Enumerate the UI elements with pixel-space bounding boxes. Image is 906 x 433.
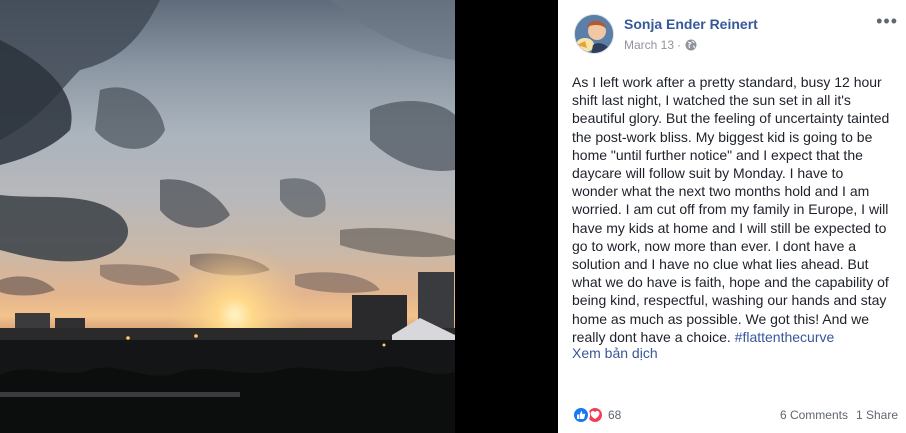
post-details-panel: Sonja Ender Reinert March 13 · ••• As I … xyxy=(558,0,906,433)
profile-picture xyxy=(575,15,613,53)
reactions-summary[interactable]: 68 xyxy=(572,406,621,424)
photo-viewer-gap xyxy=(455,0,558,433)
hashtag-link[interactable]: #flattenthecurve xyxy=(735,329,835,345)
post-date[interactable]: March 13 xyxy=(624,38,674,52)
post-footer: 68 6 Comments 1 Share xyxy=(572,405,898,425)
globe-icon[interactable] xyxy=(685,39,697,51)
see-translation-link[interactable]: Xem bản dịch xyxy=(572,345,658,361)
avatar[interactable] xyxy=(574,14,614,54)
post-header: Sonja Ender Reinert March 13 · ••• xyxy=(572,12,898,56)
post-photo[interactable] xyxy=(0,0,455,433)
like-icon xyxy=(572,406,590,424)
post-text: As I left work after a pretty standard, … xyxy=(572,74,890,345)
shares-count-link[interactable]: 1 Share xyxy=(856,408,898,422)
post-meta: March 13 · xyxy=(624,38,697,52)
meta-separator: · xyxy=(677,38,682,52)
author-name[interactable]: Sonja Ender Reinert xyxy=(624,16,758,32)
reaction-count[interactable]: 68 xyxy=(608,408,621,422)
engagement-counts: 6 Comments 1 Share xyxy=(780,408,898,422)
post-body: As I left work after a pretty standard, … xyxy=(572,73,892,346)
comments-count-link[interactable]: 6 Comments xyxy=(780,408,848,422)
sunset-image xyxy=(0,0,455,433)
more-options-icon[interactable]: ••• xyxy=(876,12,898,30)
